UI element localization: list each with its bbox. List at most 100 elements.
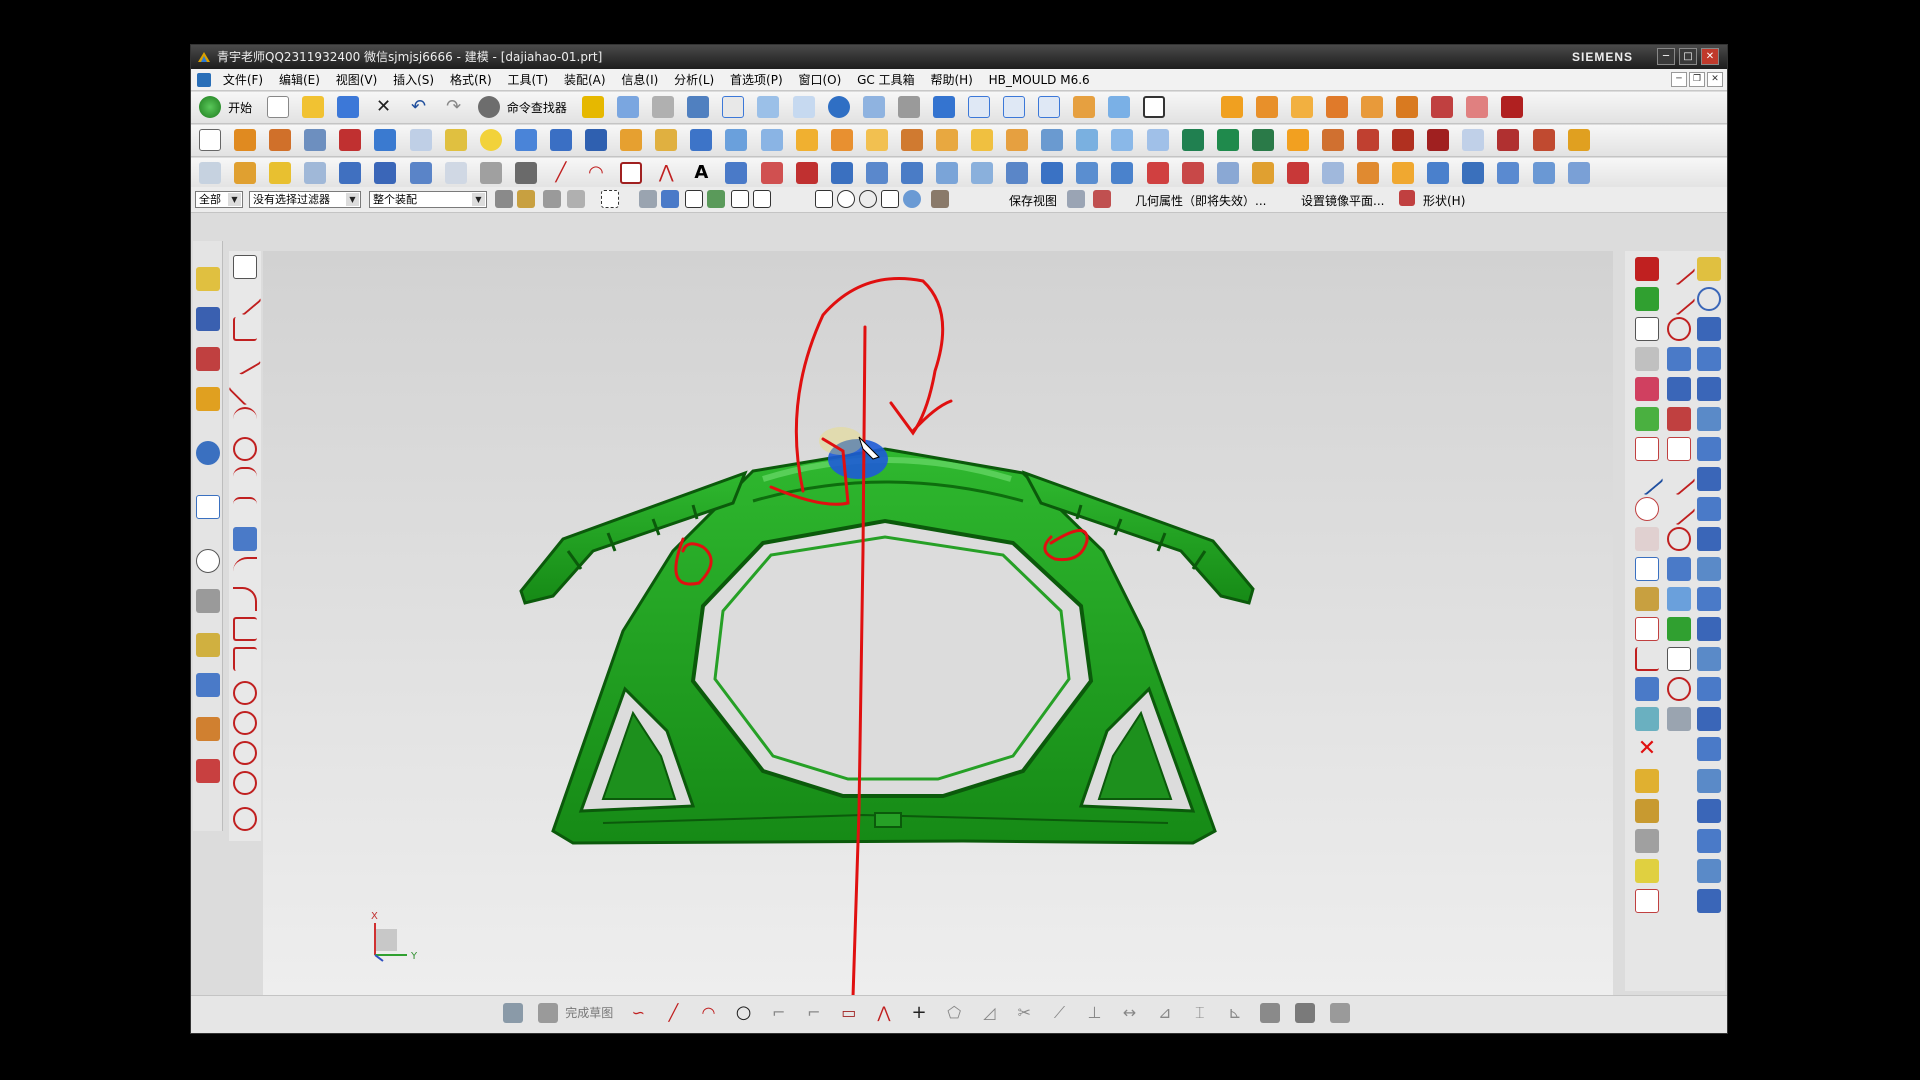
spline-tool-icon[interactable] — [233, 467, 257, 491]
menu-insert[interactable]: 插入(S) — [387, 69, 440, 91]
profile-icon[interactable]: ∽ — [628, 1003, 648, 1023]
surface-edit-icon[interactable] — [1532, 162, 1555, 184]
chamfer-icon[interactable] — [830, 129, 853, 151]
trim-sheet-icon[interactable] — [1146, 162, 1169, 184]
thicken-icon[interactable] — [971, 129, 994, 151]
line-tool-icon[interactable] — [228, 282, 262, 316]
swept-icon[interactable] — [900, 162, 923, 184]
resize-blend-icon[interactable] — [1286, 129, 1309, 151]
system-scene-icon[interactable] — [196, 759, 220, 783]
maximize-button[interactable]: □ — [1679, 48, 1697, 65]
pocket-tool-icon[interactable] — [1697, 527, 1721, 551]
menu-tools[interactable]: 工具(T) — [501, 69, 554, 91]
extrude-icon[interactable] — [234, 129, 257, 151]
auto-constrain-icon[interactable]: ⌶ — [1190, 1003, 1210, 1023]
menu-assembly[interactable]: 装配(A) — [558, 69, 612, 91]
menu-hb-mould[interactable]: HB_MOULD M6.6 — [983, 69, 1096, 91]
angle-line-icon[interactable] — [233, 317, 257, 341]
snap-cross-icon[interactable] — [815, 190, 833, 208]
view-top-icon[interactable] — [1003, 96, 1026, 118]
zoom-icon[interactable] — [757, 96, 780, 118]
snap-filter-icon[interactable] — [495, 190, 513, 208]
light-icon[interactable] — [1635, 859, 1659, 883]
edit-spline-icon[interactable] — [1667, 347, 1691, 371]
layer-list-icon[interactable] — [1635, 587, 1659, 611]
mould-close-icon[interactable] — [1501, 96, 1524, 118]
command-finder-button[interactable]: 命令查找器 — [507, 99, 567, 116]
sketch-line-icon[interactable]: ╱ — [663, 1003, 683, 1023]
cylinder-icon[interactable] — [514, 129, 537, 151]
link-body-icon[interactable] — [269, 162, 292, 184]
sketch-point-icon[interactable]: + — [909, 1002, 929, 1023]
datum-plane-icon[interactable] — [374, 162, 397, 184]
command-finder-icon[interactable] — [477, 96, 500, 118]
object-display-icon[interactable] — [1635, 377, 1659, 401]
hole-icon[interactable] — [304, 129, 327, 151]
silhouette-flange-icon[interactable] — [1216, 162, 1239, 184]
view-iso-icon[interactable] — [1038, 96, 1061, 118]
parallel-line-icon[interactable] — [228, 342, 262, 376]
extension-surface-icon[interactable] — [1076, 162, 1099, 184]
mirror-plane-button[interactable]: 设置镜像平面... — [1301, 192, 1384, 209]
bridge-surface-icon[interactable] — [1322, 162, 1344, 184]
shell-icon[interactable] — [865, 129, 888, 151]
display-mode-icon[interactable] — [1143, 96, 1166, 118]
sketch-icon[interactable] — [199, 129, 221, 151]
render-style-icon[interactable] — [897, 96, 920, 118]
menu-view[interactable]: 视图(V) — [330, 69, 384, 91]
synchronous-move-icon[interactable] — [1181, 129, 1204, 151]
measure-icon[interactable] — [479, 162, 502, 184]
curve-list-icon[interactable] — [1567, 129, 1590, 151]
pan-icon[interactable] — [862, 96, 885, 118]
dimension-icon[interactable] — [514, 162, 537, 184]
face-blend-icon[interactable] — [1251, 162, 1274, 184]
sketch-rectangle-icon[interactable]: ▭ — [839, 1003, 859, 1023]
grid-icon[interactable] — [444, 162, 467, 184]
convert-reference-icon[interactable] — [1259, 1002, 1280, 1023]
styled-blend-icon[interactable] — [1286, 162, 1309, 184]
invert-blank-icon[interactable] — [1635, 677, 1659, 701]
menu-file[interactable]: 文件(F) — [217, 69, 269, 91]
pattern-feature-icon[interactable] — [1076, 129, 1099, 151]
mould-wizard-icon[interactable] — [1697, 257, 1721, 281]
core-icon[interactable] — [1697, 829, 1721, 853]
draft-icon[interactable] — [900, 129, 923, 151]
circle-center-icon[interactable] — [233, 681, 257, 705]
delete-body-icon[interactable] — [1635, 257, 1659, 281]
menu-preferences[interactable]: 首选项(P) — [724, 69, 789, 91]
new-file-icon[interactable] — [267, 96, 290, 118]
arc-icon[interactable]: ◠ — [585, 162, 607, 184]
snap-perpendicular-icon[interactable] — [795, 190, 813, 208]
shape-menu[interactable]: 形状(H) — [1423, 192, 1465, 209]
geometry-property-button[interactable]: 几何属性（即将失效）... — [1135, 192, 1266, 209]
edit-curve-icon[interactable] — [1662, 252, 1696, 286]
type-filter-dropdown[interactable]: 全部 — [195, 191, 243, 208]
wave-geometry-icon[interactable] — [234, 162, 257, 184]
window-icon[interactable] — [652, 96, 675, 118]
menu-format[interactable]: 格式(R) — [444, 69, 498, 91]
boss-icon[interactable] — [339, 129, 362, 151]
selection-scope-dropdown[interactable]: 整个装配 — [369, 191, 487, 208]
intersection-curve-icon[interactable] — [1532, 129, 1555, 151]
i-form-icon[interactable] — [1392, 162, 1415, 184]
update-icon[interactable] — [1667, 677, 1691, 701]
feature-playback-icon[interactable] — [1667, 617, 1691, 641]
sketch-select-icon[interactable] — [233, 255, 257, 279]
touch-mode-icon[interactable] — [581, 96, 604, 118]
view-layout-icon[interactable] — [1067, 190, 1085, 208]
layer-settings-icon[interactable] — [1635, 287, 1659, 311]
finish-sketch-icon[interactable] — [538, 1002, 559, 1023]
snap-point-icon[interactable] — [304, 162, 327, 184]
split-body-icon[interactable] — [760, 129, 783, 151]
bridge-curve-icon[interactable] — [1427, 129, 1450, 151]
spring-icon[interactable] — [1697, 859, 1721, 883]
move-object-icon[interactable] — [1630, 462, 1664, 496]
remove-parameters-icon[interactable] — [1667, 647, 1691, 671]
unite-icon[interactable] — [620, 129, 643, 151]
blank-icon[interactable] — [1635, 617, 1659, 641]
sketch-studio-spline-icon[interactable]: ⋀ — [874, 1003, 894, 1023]
sketch-dimension-icon[interactable]: ↔ — [1120, 1003, 1140, 1023]
suppress-feature-icon[interactable] — [1667, 557, 1691, 581]
mould-workpiece-icon[interactable] — [1325, 96, 1348, 118]
mould-csys-tool-icon[interactable] — [1697, 287, 1721, 311]
